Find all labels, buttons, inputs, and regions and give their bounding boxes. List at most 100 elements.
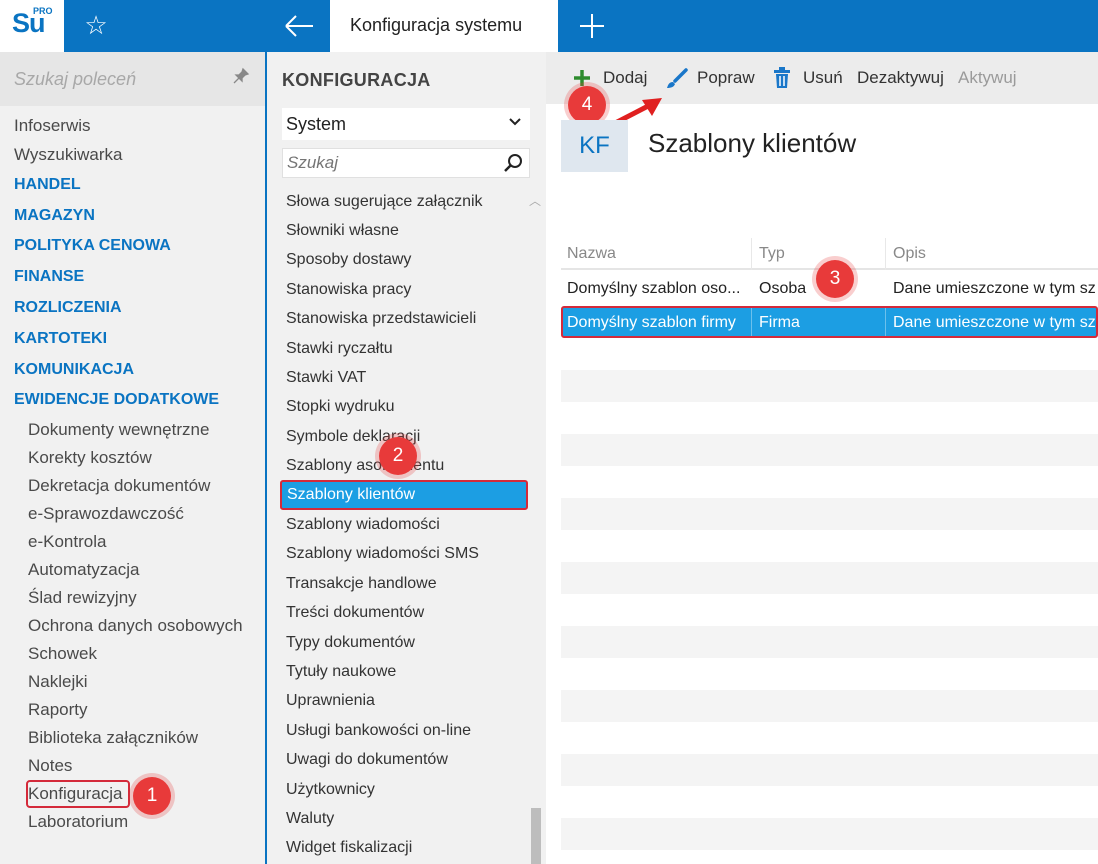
column-separator[interactable]	[751, 238, 752, 270]
nav-item-wyszukiwarka[interactable]: Wyszukiwarka	[14, 145, 122, 165]
step-marker-2: 2	[379, 437, 417, 475]
column-header-typ[interactable]: Typ	[759, 245, 785, 263]
column-header-opis[interactable]: Opis	[893, 245, 926, 263]
empty-row	[561, 498, 1098, 530]
config-item[interactable]: Treści dokumentów	[286, 604, 424, 622]
nav-group-rozliczenia[interactable]: ROZLICZENIA	[14, 299, 122, 317]
nav-subitem-raporty[interactable]: Raporty	[28, 700, 88, 720]
config-item[interactable]: Widget fiskalizacji	[286, 839, 412, 857]
config-item[interactable]: Transakcje handlowe	[286, 575, 437, 593]
empty-row	[561, 626, 1098, 658]
deactivate-button[interactable]: Dezaktywuj	[857, 68, 944, 88]
cell-separator	[885, 308, 886, 336]
group-select[interactable]: System	[282, 108, 530, 140]
cell-desc: Dane umieszczone w tym sz	[893, 280, 1096, 297]
activate-button[interactable]: Aktywuj	[958, 68, 1017, 88]
config-item[interactable]: Słowniki własne	[286, 222, 399, 240]
page-title: Szablony klientów	[648, 128, 857, 158]
empty-row	[561, 594, 1098, 626]
config-item[interactable]: Użytkownicy	[286, 781, 375, 799]
app-logo[interactable]: Su PRO	[0, 0, 64, 52]
config-item[interactable]: Stawki VAT	[286, 369, 366, 387]
nav-subitem-dokumenty-wewnetrzne[interactable]: Dokumenty wewnętrzne	[28, 420, 209, 440]
trash-icon[interactable]	[772, 67, 792, 94]
empty-row	[561, 690, 1098, 722]
nav-subitem-notes[interactable]: Notes	[28, 756, 72, 776]
nav-subitem-biblioteka-zalacznikow[interactable]: Biblioteka załączników	[28, 728, 198, 748]
empty-row	[561, 338, 1098, 370]
pin-icon[interactable]	[232, 67, 250, 90]
config-item[interactable]: Waluty	[286, 810, 334, 828]
nav-group-handel[interactable]: HANDEL	[14, 176, 81, 194]
empty-row	[561, 754, 1098, 786]
config-item[interactable]: Szablony wiadomości SMS	[286, 545, 479, 563]
brush-icon[interactable]	[665, 68, 689, 95]
add-svg	[574, 70, 590, 86]
top-bar: Su PRO ☆ Konfiguracja systemu	[0, 0, 1098, 52]
add-button[interactable]: Dodaj	[603, 68, 647, 88]
nav-group-ewidencje-dodatkowe[interactable]: EWIDENCJE DODATKOWE	[14, 391, 219, 409]
nav-group-komunikacja[interactable]: KOMUNIKACJA	[14, 361, 134, 379]
edit-button[interactable]: Popraw	[697, 68, 755, 88]
config-item[interactable]: Stawki ryczałtu	[286, 340, 393, 358]
nav-group-polityka-cenowa[interactable]: POLITYKA CENOWA	[14, 237, 171, 255]
nav-group-magazyn[interactable]: MAGAZYN	[14, 207, 95, 225]
config-item[interactable]: Uprawnienia	[286, 692, 375, 710]
delete-button[interactable]: Usuń	[803, 68, 843, 88]
table-row-selected[interactable]: Domyślny szablon firmy Firma Dane umiesz…	[561, 306, 1098, 338]
chevron-down-icon	[508, 114, 522, 131]
nav-subitem-automatyzacja[interactable]: Automatyzacja	[28, 560, 140, 580]
config-item[interactable]: Sposoby dostawy	[286, 251, 411, 269]
empty-row	[561, 370, 1098, 402]
nav-subitem-korekty-kosztow[interactable]: Korekty kosztów	[28, 448, 152, 468]
nav-subitem-laboratorium[interactable]: Laboratorium	[28, 812, 128, 832]
nav-subitem-ochrona-danych[interactable]: Ochrona danych osobowych	[28, 616, 243, 636]
nav-group-finanse[interactable]: FINANSE	[14, 268, 84, 286]
brush-svg	[667, 68, 688, 88]
module-badge: KF	[561, 120, 628, 172]
command-search[interactable]: Szukaj poleceń	[0, 52, 265, 106]
left-navigation: Szukaj poleceń Infoserwis Wyszukiwarka H…	[0, 52, 266, 864]
nav-subitem-konfiguracja[interactable]: Konfiguracja	[28, 784, 123, 804]
favorites-star-icon[interactable]: ☆	[82, 10, 110, 40]
search-icon[interactable]	[503, 153, 523, 173]
cell-desc: Dane umieszczone w tym sz	[893, 314, 1096, 331]
config-item[interactable]: Szablony wiadomości	[286, 516, 440, 534]
new-tab-plus-icon[interactable]	[572, 4, 612, 48]
nav-group-kartoteki[interactable]: KARTOTEKI	[14, 330, 107, 348]
plus-svg	[580, 14, 604, 38]
column-header-nazwa[interactable]: Nazwa	[567, 245, 616, 263]
nav-subitem-e-kontrola[interactable]: e-Kontrola	[28, 532, 106, 552]
scroll-up-icon[interactable]: ︿	[529, 192, 541, 209]
search-svg	[504, 154, 522, 172]
config-item[interactable]: Usługi bankowości on-line	[286, 722, 471, 740]
config-item[interactable]: Tytuły naukowe	[286, 663, 396, 681]
config-item[interactable]: Słowa sugerujące załącznik	[286, 193, 483, 211]
config-item[interactable]: Stanowiska przedstawicieli	[286, 310, 476, 328]
group-select-value: System	[286, 114, 347, 134]
nav-subitem-dekretacja-dokumentow[interactable]: Dekretacja dokumentów	[28, 476, 210, 496]
config-item[interactable]: Typy dokumentów	[286, 634, 415, 652]
nav-item-infoserwis[interactable]: Infoserwis	[14, 116, 91, 136]
chevron-svg	[509, 118, 521, 126]
nav-subitem-e-sprawozdawczosc[interactable]: e-Sprawozdawczość	[28, 504, 184, 524]
config-item[interactable]: Stanowiska pracy	[286, 281, 411, 299]
empty-row	[561, 562, 1098, 594]
nav-subitem-slad-rewizyjny[interactable]: Ślad rewizyjny	[28, 588, 137, 608]
column-separator[interactable]	[885, 238, 886, 270]
config-search-input[interactable]	[287, 152, 497, 174]
cell-type: Firma	[759, 314, 800, 331]
tab-konfiguracja-systemu[interactable]: Konfiguracja systemu	[330, 0, 558, 52]
pin-svg	[233, 67, 250, 84]
configuration-title: KONFIGURACJA	[282, 70, 431, 90]
nav-subitem-schowek[interactable]: Schowek	[28, 644, 97, 664]
config-item[interactable]: Stopki wydruku	[286, 398, 395, 416]
scrollbar-thumb[interactable]	[531, 808, 541, 864]
config-search[interactable]	[282, 148, 530, 178]
config-item[interactable]: Szablony asortymentu	[286, 457, 444, 475]
config-item-selected[interactable]: Szablony klientów	[280, 480, 528, 510]
nav-subitem-naklejki[interactable]: Naklejki	[28, 672, 88, 692]
config-item[interactable]: Uwagi do dokumentów	[286, 751, 448, 769]
back-arrow-icon[interactable]	[268, 0, 330, 52]
logo-superscript: PRO	[33, 6, 53, 16]
